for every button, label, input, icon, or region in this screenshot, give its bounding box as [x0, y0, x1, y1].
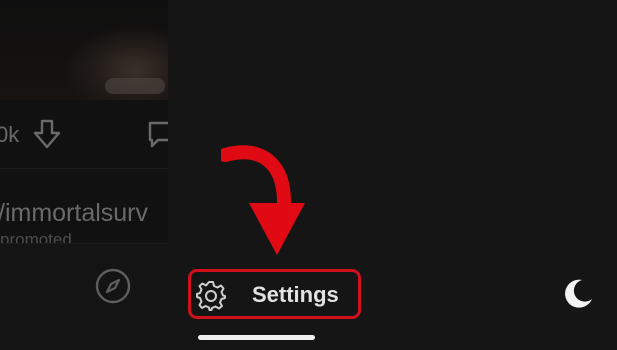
feed-post[interactable]: /immortalsurv promoted: [0, 168, 168, 243]
screen: 0k /immortalsurv promoted Settings: [0, 0, 617, 350]
subreddit-name[interactable]: /immortalsurv: [0, 198, 148, 228]
moon-icon[interactable]: [561, 277, 595, 311]
settings-label: Settings: [252, 282, 339, 307]
post-image-detail: [105, 78, 165, 94]
home-indicator[interactable]: [198, 335, 315, 340]
gear-icon: [196, 281, 226, 311]
feed-panel: 0k /immortalsurv promoted: [0, 0, 168, 350]
vote-count: 0k: [0, 122, 20, 147]
settings-menu-item[interactable]: Settings: [188, 269, 361, 319]
post-image[interactable]: [0, 0, 168, 100]
promoted-label: promoted: [0, 230, 72, 243]
downvote-icon[interactable]: [32, 118, 62, 150]
comment-icon[interactable]: [146, 118, 168, 150]
bottom-nav: [0, 243, 168, 350]
post-action-bar: 0k: [0, 100, 168, 169]
compass-icon[interactable]: [93, 266, 133, 306]
annotation-arrow-icon: [221, 145, 305, 255]
